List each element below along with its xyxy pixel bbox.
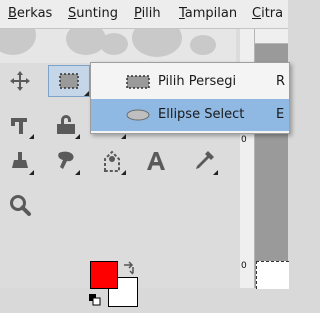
text-tool[interactable] xyxy=(142,147,170,175)
menu-label: ilih xyxy=(141,6,161,21)
rect-select-icon xyxy=(126,75,150,89)
rect-select-icon xyxy=(59,73,79,89)
menu-label: unting xyxy=(76,6,118,21)
move-tool[interactable] xyxy=(6,67,34,95)
zoom-icon xyxy=(10,195,31,216)
menu-label: itra xyxy=(261,6,284,21)
menu-pilih[interactable]: Pilih xyxy=(134,0,161,28)
menu-mnemonic: P xyxy=(134,6,142,21)
horizontal-ruler[interactable] xyxy=(254,29,288,44)
paintbrush-tool[interactable] xyxy=(6,147,34,175)
zoom-tool[interactable] xyxy=(6,191,34,219)
menu-tampilan[interactable]: Tampilan xyxy=(179,0,237,28)
clone-tool[interactable] xyxy=(52,147,80,175)
popup-item-rect-select[interactable]: Pilih Persegi R xyxy=(91,66,289,98)
ruler-label: 0 xyxy=(241,261,247,271)
rect-select-tool[interactable] xyxy=(48,65,90,97)
menu-berkas[interactable]: Berkas xyxy=(8,0,52,28)
menu-mnemonic: C xyxy=(252,6,262,21)
image-canvas[interactable] xyxy=(256,261,289,289)
color-area xyxy=(88,259,144,313)
ruler-label: 0 xyxy=(241,135,247,145)
color-picker-tool[interactable] xyxy=(190,147,218,175)
popup-item-label: Pilih Persegi xyxy=(158,74,237,89)
popup-item-shortcut: E xyxy=(276,107,285,122)
swap-colors-icon[interactable] xyxy=(122,261,136,275)
menu-sunting[interactable]: Sunting xyxy=(68,0,118,28)
crop-tool[interactable] xyxy=(6,111,34,139)
foreground-color-swatch[interactable] xyxy=(90,261,118,289)
wilber-drop-area[interactable] xyxy=(0,29,236,63)
popup-item-shortcut: R xyxy=(276,74,286,89)
paths-tool[interactable] xyxy=(98,147,126,175)
move-icon xyxy=(10,71,30,91)
text-icon xyxy=(147,152,165,170)
popup-item-label: Ellipse Select xyxy=(158,107,245,122)
menu-mnemonic: B xyxy=(8,6,17,21)
tool-group-popup: Pilih Persegi R Ellipse Select E xyxy=(90,62,290,134)
menu-label: ampilan xyxy=(184,6,238,21)
menubar: Berkas Sunting Pilih Tampilan Citra xyxy=(0,0,288,29)
popup-item-ellipse-select[interactable]: Ellipse Select E xyxy=(91,99,289,131)
ellipse-select-icon xyxy=(126,109,150,121)
menu-citra[interactable]: Citra xyxy=(252,0,283,28)
default-colors-icon[interactable] xyxy=(88,293,102,307)
unified-transform-tool[interactable] xyxy=(52,111,80,139)
menu-label: erkas xyxy=(16,6,53,21)
